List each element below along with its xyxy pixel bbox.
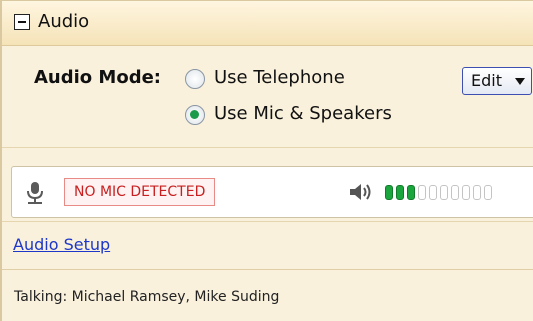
mic-status-badge: NO MIC DETECTED (64, 178, 216, 206)
audio-status-bar: NO MIC DETECTED (11, 166, 533, 218)
caret-down-icon (515, 78, 525, 85)
divider (2, 269, 533, 270)
level-bar-inactive (418, 185, 426, 200)
divider (2, 221, 533, 222)
audio-setup-link[interactable]: Audio Setup (13, 235, 110, 254)
level-bar-inactive (473, 185, 481, 200)
microphone-icon (27, 182, 43, 204)
minus-icon[interactable] (14, 14, 30, 30)
radio-use-telephone-label[interactable]: Use Telephone (214, 67, 345, 88)
level-bar-inactive (440, 185, 448, 200)
divider (2, 147, 533, 148)
level-bar-active (385, 185, 393, 200)
volume-level-meter (385, 185, 492, 200)
level-bar-inactive (484, 185, 492, 200)
audio-mode-label: Audio Mode: (34, 67, 162, 88)
level-bar-active (396, 185, 404, 200)
radio-use-mic-speakers[interactable] (185, 105, 205, 125)
level-bar-inactive (462, 185, 470, 200)
level-bar-active (407, 185, 415, 200)
audio-section-header[interactable]: Audio (2, 1, 533, 46)
speaker-volume-icon (350, 184, 371, 200)
talking-status: Talking: Michael Ramsey, Mike Suding (14, 289, 280, 305)
section-title: Audio (38, 11, 90, 32)
radio-use-telephone[interactable] (185, 69, 205, 89)
edit-button-label: Edit (471, 71, 502, 90)
level-bar-inactive (429, 185, 437, 200)
audio-panel: Audio Audio Mode: Use Telephone Use Mic … (0, 0, 533, 321)
level-bar-inactive (451, 185, 459, 200)
edit-button[interactable]: Edit (462, 67, 532, 95)
radio-selected-dot (190, 110, 199, 119)
radio-use-mic-speakers-label[interactable]: Use Mic & Speakers (214, 103, 392, 124)
